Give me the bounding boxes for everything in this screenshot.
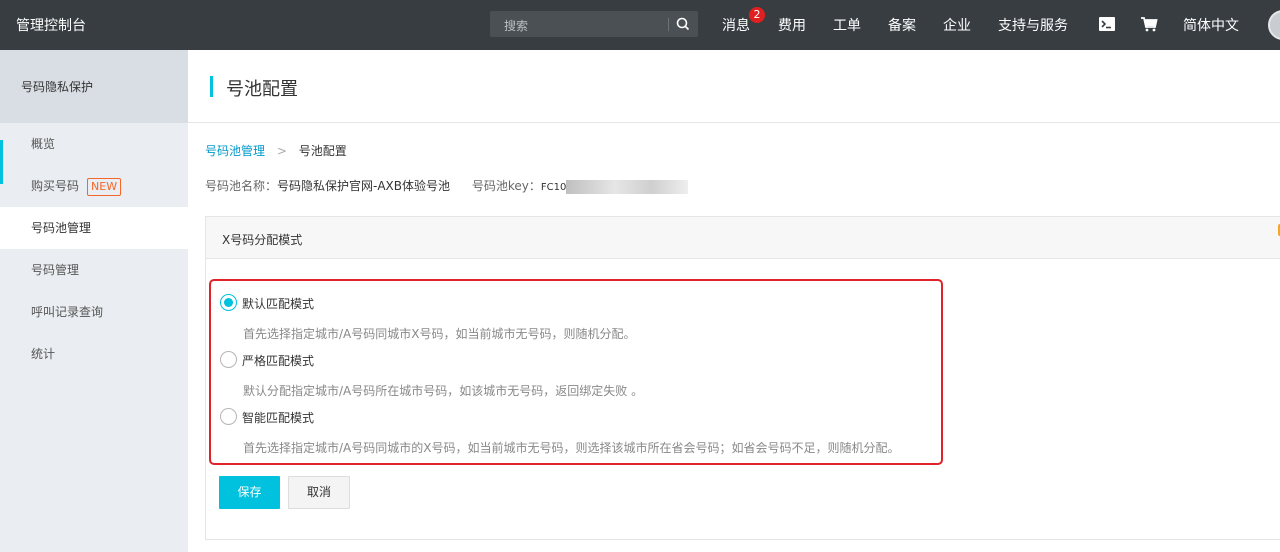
- new-badge: NEW: [87, 177, 122, 196]
- messages-badge: 2: [749, 7, 765, 23]
- highlight-box: [209, 279, 943, 465]
- terminal-icon[interactable]: [1098, 15, 1116, 33]
- sidebar-item-number-management[interactable]: 号码管理: [0, 249, 188, 291]
- pool-key-label: 号码池key：: [471, 179, 541, 193]
- radio-default-match[interactable]: [220, 294, 237, 311]
- option-label-smart-match[interactable]: 智能匹配模式: [242, 409, 314, 426]
- search-input[interactable]: 搜索: [504, 17, 528, 34]
- user-avatar[interactable]: [1268, 10, 1280, 40]
- nav-enterprise[interactable]: 企业: [943, 15, 971, 35]
- radio-smart-match[interactable]: [220, 408, 237, 425]
- page-title: 号池配置: [226, 79, 298, 100]
- option-label-strict-match[interactable]: 严格匹配模式: [242, 352, 314, 369]
- radio-strict-match[interactable]: [220, 351, 237, 368]
- pool-info-row: 号码池名称：号码隐私保护官网-AXB体验号池 号码池key：FC10: [205, 177, 689, 194]
- nav-fees[interactable]: 费用: [778, 15, 806, 35]
- sidebar-item-buy-number[interactable]: 购买号码 NEW: [0, 165, 188, 207]
- page-header: 号池配置: [188, 50, 1280, 123]
- sidebar: 号码隐私保护 概览 购买号码 NEW 号码池管理 号码管理 呼叫记录查询 统计: [0, 50, 188, 552]
- sidebar-product-title: 号码隐私保护: [0, 50, 188, 123]
- option-label-default-match[interactable]: 默认匹配模式: [242, 295, 314, 312]
- nav-language[interactable]: 简体中文: [1183, 15, 1239, 35]
- sidebar-item-call-records[interactable]: 呼叫记录查询: [0, 291, 188, 333]
- breadcrumb-current: 号池配置: [298, 144, 347, 158]
- breadcrumb: 号码池管理 > 号池配置: [205, 142, 347, 159]
- pool-key-visible: FC10: [540, 182, 567, 193]
- title-accent-bar: [210, 76, 213, 97]
- sidebar-item-overview[interactable]: 概览: [0, 123, 188, 165]
- option-desc-smart-match: 首先选择指定城市/A号码同城市的X号码，如当前城市无号码，则选择该城市所在省会号…: [243, 441, 900, 455]
- breadcrumb-link-pool-management[interactable]: 号码池管理: [205, 144, 265, 158]
- save-button[interactable]: 保存: [219, 476, 280, 509]
- cart-icon[interactable]: [1140, 15, 1158, 33]
- panel-heading: X号码分配模式: [206, 217, 1280, 259]
- top-navigation-bar: 管理控制台 搜索 消息 2 费用 工单 备案 企业 支持与服务 简体中文: [0, 0, 1280, 50]
- pool-key-redacted: [566, 179, 689, 194]
- main-content: 号码池管理 > 号池配置 号码池名称：号码隐私保护官网-AXB体验号池 号码池k…: [188, 124, 1280, 552]
- cancel-button[interactable]: 取消: [288, 476, 350, 509]
- pool-name-value: 号码隐私保护官网-AXB体验号池: [277, 179, 451, 193]
- nav-tickets[interactable]: 工单: [833, 15, 861, 35]
- sidebar-active-marker: [0, 140, 3, 184]
- pool-name-label: 号码池名称：: [205, 179, 278, 193]
- sidebar-item-label: 购买号码: [31, 179, 80, 193]
- nav-support[interactable]: 支持与服务: [998, 15, 1068, 35]
- console-brand[interactable]: 管理控制台: [16, 15, 86, 35]
- sidebar-item-pool-management[interactable]: 号码池管理: [0, 207, 188, 249]
- search-box[interactable]: 搜索: [490, 11, 698, 37]
- sidebar-item-statistics[interactable]: 统计: [0, 333, 188, 375]
- nav-filing[interactable]: 备案: [888, 15, 916, 35]
- breadcrumb-chevron-icon: >: [276, 144, 287, 158]
- option-desc-default-match: 首先选择指定城市/A号码同城市X号码，如当前城市无号码，则随机分配。: [243, 327, 636, 341]
- search-divider: [668, 18, 669, 31]
- nav-messages[interactable]: 消息: [722, 15, 750, 35]
- option-desc-strict-match: 默认分配指定城市/A号码所在城市号码，如该城市无号码，返回绑定失败 。: [243, 384, 644, 398]
- search-icon[interactable]: [675, 16, 691, 32]
